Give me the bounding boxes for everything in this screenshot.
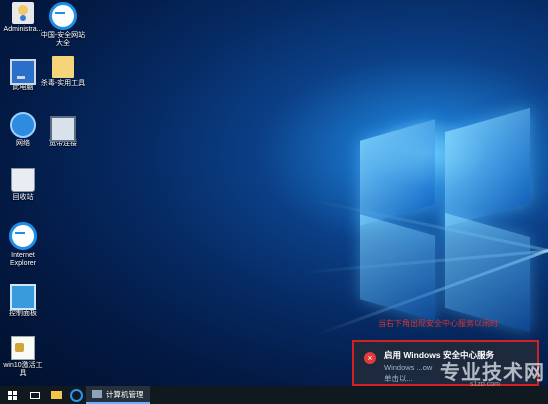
- activator-tool-icon: [11, 336, 35, 360]
- ie-icon: [9, 222, 37, 250]
- broadband-connection-icon: [50, 116, 76, 142]
- desktop-icon-antivirus-tools[interactable]: 杀毒-实用工具: [40, 56, 86, 88]
- error-icon: ×: [364, 352, 376, 364]
- computer-icon: [10, 59, 36, 85]
- computer-management-icon: [92, 390, 102, 398]
- task-view-icon: [30, 391, 40, 399]
- desktop-icon-recycle-bin[interactable]: 回收站: [0, 168, 46, 202]
- ie-icon: [49, 2, 77, 30]
- start-button[interactable]: [0, 386, 24, 404]
- annotation-text: 当右下角出现安全中心服务以闭时: [378, 319, 498, 328]
- desktop-icon-internet-explorer[interactable]: Internet Explorer: [0, 222, 46, 268]
- control-panel-icon: [10, 284, 36, 310]
- user-folder-icon: [12, 2, 34, 24]
- notification-body-line2: 单击以...: [384, 374, 413, 383]
- desktop-icon-safe-sites[interactable]: 中国-安全网站大全: [40, 2, 86, 48]
- folder-icon: [52, 56, 74, 78]
- desktop-icon-control-panel[interactable]: 控制面板: [0, 282, 46, 318]
- taskbar-app-label: 计算机管理: [106, 389, 144, 399]
- ie-taskbar-button[interactable]: [66, 386, 86, 404]
- recycle-bin-icon: [11, 168, 35, 192]
- folder-icon: [50, 391, 62, 399]
- task-view-button[interactable]: [24, 386, 46, 404]
- ie-icon: [69, 388, 83, 402]
- network-icon: [10, 112, 36, 138]
- desktop-icon-win10-activator[interactable]: win10激活工具: [0, 336, 46, 378]
- taskbar-app-computer-management[interactable]: 计算机管理: [86, 386, 150, 404]
- windows-logo-icon: [7, 390, 17, 400]
- desktop-icon-broadband[interactable]: 宽带连接: [40, 112, 86, 148]
- taskbar: 计算机管理: [0, 386, 548, 404]
- notification-body-line1: Windows ...ow: [384, 363, 433, 372]
- file-explorer-button[interactable]: [46, 386, 66, 404]
